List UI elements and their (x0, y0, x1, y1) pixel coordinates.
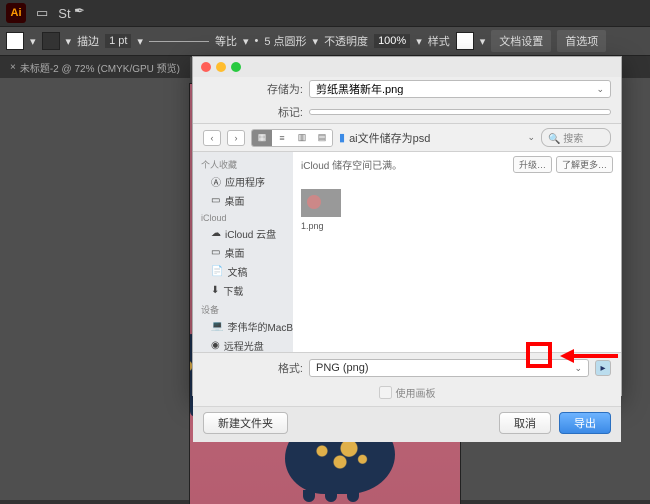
folder-icon: ▮ (339, 131, 345, 144)
control-bar: ▾ ▾ 描边 1 pt ▾ 等比 ▾ • 5 点圆形 ▾ 不透明度 100% ▾… (0, 26, 650, 56)
sidebar: 个人收藏 Ⓐ应用程序 ▭桌面 iCloud ☁iCloud 云盘 ▭桌面 📄文稿… (193, 152, 293, 352)
chevron-down-icon[interactable]: ⌄ (596, 84, 604, 95)
gallery-view-icon[interactable]: ▤ (312, 130, 332, 146)
use-artboard-checkbox (379, 386, 392, 399)
filename-input[interactable] (316, 83, 596, 95)
learn-more-button[interactable]: 了解更多… (556, 156, 613, 173)
sidebar-item-documents[interactable]: 📄文稿 (193, 262, 293, 281)
folder-picker[interactable]: ▮ ai文件储存为psd ⌄ (339, 130, 535, 146)
app-logo: Ai (6, 3, 26, 23)
format-label: 格式: (203, 360, 303, 376)
save-dialog: 存储为: ⌄ 标记: ‹ › ▦ ≡ ▥ ▤ ▮ ai文件储存为psd ⌄ 🔍 … (192, 56, 622, 396)
close-icon[interactable] (201, 62, 211, 72)
stroke-swatch[interactable] (42, 32, 60, 50)
cancel-button[interactable]: 取消 (499, 412, 551, 434)
use-artboard-label: 使用画板 (396, 385, 436, 400)
zoom-icon[interactable] (231, 62, 241, 72)
tags-label: 标记: (203, 104, 303, 120)
file-thumbnail[interactable] (301, 189, 341, 217)
tab-doc-1[interactable]: × 未标题-2 @ 72% (CMYK/GPU 预览) (0, 57, 190, 78)
annotation-highlight-box (526, 342, 552, 368)
browser-toolbar: ‹ › ▦ ≡ ▥ ▤ ▮ ai文件储存为psd ⌄ 🔍 搜索 (193, 123, 621, 152)
minimize-icon[interactable] (216, 62, 226, 72)
save-as-label: 存储为: (203, 81, 303, 97)
stroke-weight[interactable]: 1 pt (105, 34, 131, 48)
sidebar-item-applications[interactable]: Ⓐ应用程序 (193, 172, 293, 191)
dash-label: 等比 (215, 33, 237, 49)
desktop-icon: ▭ (211, 247, 220, 258)
desktop-icon: ▭ (211, 195, 220, 206)
stock-icon[interactable]: St (58, 6, 70, 21)
laptop-icon: 💻 (211, 321, 223, 332)
style-label: 样式 (428, 33, 450, 49)
icon-view-icon[interactable]: ▦ (252, 130, 272, 146)
sidebar-item-desktop[interactable]: ▭桌面 (193, 191, 293, 210)
documents-icon: 📄 (211, 266, 223, 277)
quill-icon[interactable]: ✒ (74, 3, 85, 19)
file-browser[interactable]: iCloud 储存空间已满。 升级… 了解更多… 1.png (293, 152, 621, 352)
view-mode-segment[interactable]: ▦ ≡ ▥ ▤ (251, 129, 333, 147)
tags-field[interactable] (309, 109, 611, 115)
file-thumbnail-label: 1.png (301, 221, 613, 231)
disc-icon: ◉ (211, 340, 220, 351)
sidebar-item-desktop-2[interactable]: ▭桌面 (193, 243, 293, 262)
chevron-down-icon: ⌄ (527, 132, 535, 143)
new-folder-button[interactable]: 新建文件夹 (203, 412, 288, 434)
cloud-icon: ☁ (211, 228, 221, 239)
export-button[interactable]: 导出 (559, 412, 611, 434)
opacity-label: 不透明度 (324, 33, 368, 49)
sidebar-favorites-header: 个人收藏 (193, 155, 293, 172)
prefs-button[interactable]: 首选项 (557, 30, 606, 52)
sidebar-item-remote-disc[interactable]: ◉远程光盘 (193, 336, 293, 352)
fill-swatch[interactable] (6, 32, 24, 50)
sidebar-icloud-header: iCloud (193, 210, 293, 224)
column-view-icon[interactable]: ▥ (292, 130, 312, 146)
app-menubar: Ai ▭ St ✒ (0, 0, 650, 26)
doc-setup-button[interactable]: 文档设置 (491, 30, 551, 52)
annotation-arrow-icon (560, 346, 620, 366)
bridge-icon[interactable]: ▭ (36, 5, 48, 21)
dash-preset[interactable]: 5 点圆形 (264, 33, 306, 49)
fwd-button[interactable]: › (227, 130, 245, 146)
dialog-titlebar (193, 57, 621, 77)
sidebar-item-downloads[interactable]: ⬇下载 (193, 281, 293, 300)
search-input[interactable]: 🔍 搜索 (541, 128, 611, 147)
sidebar-devices-header: 设备 (193, 300, 293, 317)
dash-preview (149, 41, 209, 42)
filename-field[interactable]: ⌄ (309, 80, 611, 98)
back-button[interactable]: ‹ (203, 130, 221, 146)
sidebar-item-macbook[interactable]: 💻李伟华的MacB… (193, 317, 293, 336)
style-swatch[interactable] (456, 32, 474, 50)
stroke-label: 描边 (77, 33, 99, 49)
list-view-icon[interactable]: ≡ (272, 130, 292, 146)
apps-icon: Ⓐ (211, 174, 221, 189)
download-icon: ⬇ (211, 285, 219, 296)
sidebar-item-icloud-drive[interactable]: ☁iCloud 云盘 (193, 224, 293, 243)
upgrade-button[interactable]: 升级… (513, 156, 552, 173)
opacity-value[interactable]: 100% (374, 34, 410, 48)
icloud-alert: iCloud 储存空间已满。 升级… 了解更多… (301, 156, 613, 173)
